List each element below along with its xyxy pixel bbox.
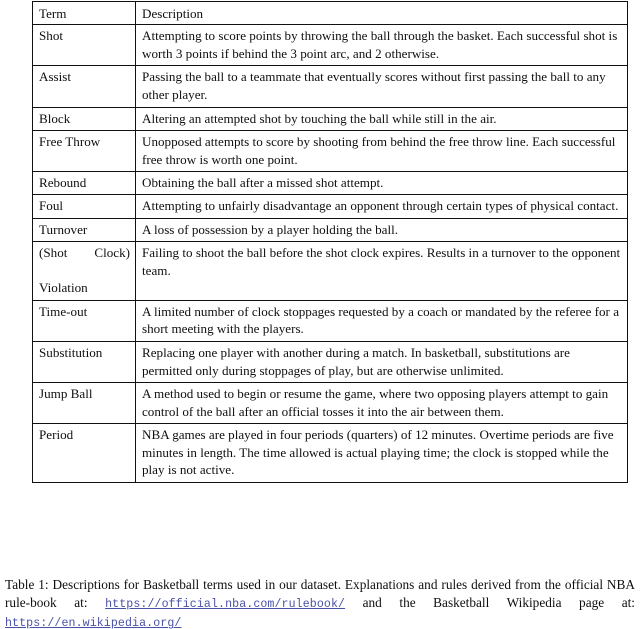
description-cell: Altering an attempted shot by touching t… [135,106,628,131]
table-header-row: Term Description [32,0,628,26]
table-row: Foul Attempting to unfairly disadvantage… [32,194,628,219]
nba-rulebook-link[interactable]: https://official.nba.com/rulebook/ [105,598,345,611]
term-cell: Substitution [32,340,136,383]
term-cell: Foul [32,194,136,219]
description-cell: Passing the ball to a teammate that even… [135,65,628,108]
term-cell: Turnover [32,217,136,242]
description-cell: Attempting to score points by throwing t… [135,24,628,67]
description-cell: Attempting to unfairly disadvantage an o… [135,194,628,219]
term-cell: (Shot Clock) Violation [32,240,136,301]
term-line-1: (Shot Clock) [39,244,130,260]
wikipedia-link[interactable]: https://en.wikipedia.org/ [5,617,181,629]
term-cell: Period [32,422,136,483]
table-row: Period NBA games are played in four peri… [32,422,628,483]
table-body: Shot Attempting to score points by throw… [32,24,628,483]
column-header-term: Term [32,0,136,26]
column-header-description: Description [135,0,628,26]
basketball-terms-table: Term Description Shot Attempting to scor… [32,0,628,483]
table-row: Shot Attempting to score points by throw… [32,24,628,67]
caption-label: Table 1: [5,577,49,592]
description-cell: A loss of possession by a player holding… [135,217,628,242]
table-row: Time-out A limited number of clock stopp… [32,299,628,342]
table-row: Jump Ball A method used to begin or resu… [32,381,628,424]
term-cell: Block [32,106,136,131]
term-cell: Assist [32,65,136,108]
table-row: Rebound Obtaining the ball after a misse… [32,170,628,196]
table-row: Assist Passing the ball to a teammate th… [32,65,628,108]
term-cell: Time-out [32,299,136,342]
table-row: (Shot Clock) Violation Failing to shoot … [32,240,628,301]
term-cell: Jump Ball [32,381,136,424]
term-line-2: Violation [39,280,88,296]
table-row: Substitution Replacing one player with a… [32,340,628,383]
description-cell: NBA games are played in four periods (qu… [135,422,628,483]
table-row: Turnover A loss of possession by a playe… [32,217,628,242]
description-cell: Replacing one player with another during… [135,340,628,383]
table-header: Term Description [32,0,628,26]
table-row: Free Throw Unopposed attempts to score b… [32,129,628,172]
term-cell: Free Throw [32,129,136,172]
description-cell: A method used to begin or resume the gam… [135,381,628,424]
description-cell: Obtaining the ball after a missed shot a… [135,170,628,196]
description-cell: Unopposed attempts to score by shooting … [135,129,628,172]
table-row: Block Altering an attempted shot by touc… [32,106,628,131]
term-cell: Rebound [32,170,136,196]
description-cell: A limited number of clock stoppages requ… [135,299,628,342]
table-caption: Table 1: Descriptions for Basketball ter… [5,576,635,629]
paper-figure-page: Term Description Shot Attempting to scor… [0,0,640,629]
terms-table-container: Term Description Shot Attempting to scor… [32,0,628,483]
description-cell: Failing to shoot the ball before the sho… [135,240,628,301]
caption-text-part2: and the Basketball Wikipedia page at: [362,595,635,611]
term-cell: Shot [32,24,136,67]
